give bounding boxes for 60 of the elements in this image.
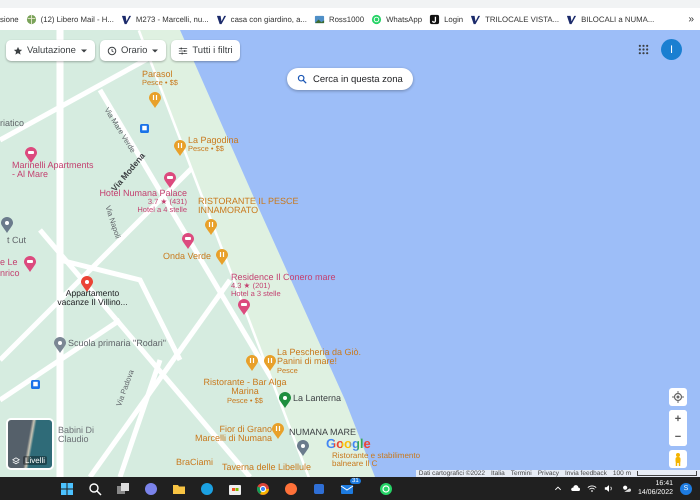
place-label: e Le [0,257,18,267]
map-background[interactable] [0,30,700,477]
wifi-icon[interactable] [586,484,597,493]
more-bookmarks-button[interactable]: » [688,14,694,24]
place-label: nrico [0,268,20,278]
sliders-icon [178,46,188,56]
chrome-icon[interactable] [256,482,270,496]
search-icon [297,74,307,84]
scale-bar-icon [637,471,697,476]
filter-chip[interactable]: Valutazione [6,40,95,61]
place-name[interactable]: Marinelli Apartments - Al Mare [12,161,94,180]
caret-icon [80,46,88,54]
whatsapp-icon [371,14,382,24]
layers-icon [12,457,20,465]
apps-grid-icon[interactable] [638,44,649,55]
bus-stop-icon[interactable] [140,124,149,133]
bus-stop-icon[interactable] [31,380,40,389]
letter-j-icon [429,14,440,24]
place-name[interactable]: Residence Il Conero mare [231,273,351,282]
landscape-icon [314,14,325,24]
weather-icon[interactable] [620,484,631,493]
v-logo-icon [120,14,132,24]
place-name[interactable]: Babini Di Claudio [58,426,118,445]
map-pin-icon[interactable] [1,217,13,233]
cloud-icon[interactable] [570,484,580,493]
school-pin-icon[interactable] [54,337,66,353]
hotel-pin-icon[interactable] [164,172,176,188]
layers-button[interactable]: Livelli [6,418,54,470]
caret-icon [151,46,160,54]
v-logo-icon [566,14,578,24]
place-name[interactable]: La Lanterna [293,394,363,404]
filter-chip[interactable]: Orario [100,40,166,61]
hotel-pin-icon[interactable] [182,233,194,249]
place-name[interactable]: NUMANA MARE [289,428,374,438]
place-name[interactable]: Scuola primaria "Rodari" [68,339,188,348]
task-view-icon[interactable] [116,482,130,496]
place-label: t Cut [7,235,26,245]
hotel-pin-icon[interactable] [238,299,250,315]
place-name[interactable]: Hotel Numana Palace [99,189,187,198]
map-pin-icon[interactable] [297,440,309,456]
v-logo-icon [216,14,227,24]
place-name[interactable]: Appartamento vacanze Il Villino... [50,289,135,307]
star-icon [13,46,23,56]
hotel-pin-icon[interactable] [25,147,37,163]
search-this-area-button[interactable]: Cerca in questa zona [287,68,413,90]
search-icon[interactable] [88,482,102,496]
hotel-pin-icon[interactable] [24,256,36,272]
chevron-up-icon[interactable] [552,484,563,493]
clock-icon [106,46,117,56]
my-location-button[interactable] [669,388,687,406]
map-pin-icon[interactable] [279,392,291,408]
place-label: riatico [0,118,24,128]
v-logo-icon [470,14,482,24]
speaker-icon[interactable] [604,484,614,493]
app-icon[interactable] [312,482,326,496]
whatsapp-icon[interactable] [378,482,393,496]
map-pin-icon[interactable] [81,276,93,292]
globe-icon [26,14,37,24]
filter-chip[interactable]: Tutti i filtri [171,40,240,61]
windows-icon[interactable] [60,482,74,496]
